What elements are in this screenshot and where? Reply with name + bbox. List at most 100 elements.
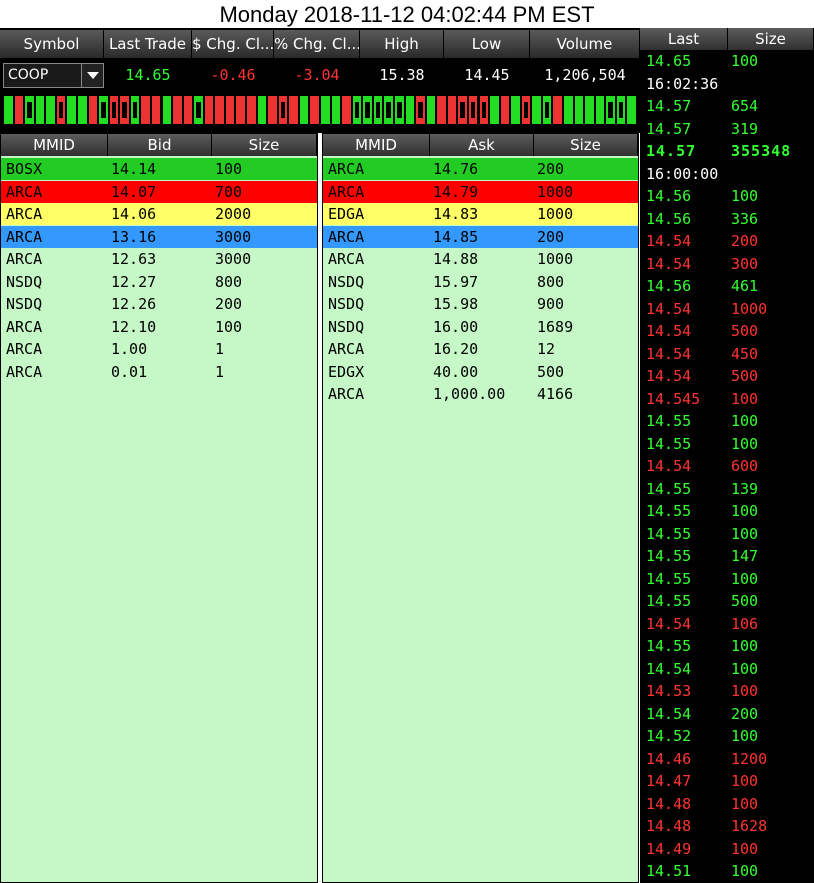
bid-row[interactable]: ARCA12.10100 [1, 316, 317, 338]
ts-price: 14.56 [646, 185, 691, 207]
ask-row[interactable]: NSDQ15.97800 [323, 271, 638, 293]
bid-mmid: ARCA [6, 226, 42, 248]
tick-mark [320, 95, 331, 125]
ts-header-size[interactable]: Size [728, 28, 814, 50]
tick-mark [140, 95, 151, 125]
bid-row[interactable]: NSDQ12.26200 [1, 293, 317, 315]
bid-row[interactable]: ARCA0.011 [1, 361, 317, 383]
bid-row[interactable]: BOSX14.14100 [1, 158, 317, 180]
tick-mark [66, 95, 77, 125]
tick-mark [521, 95, 532, 125]
ask-row[interactable]: ARCA14.881000 [323, 248, 638, 270]
ask-row[interactable]: ARCA1,000.004166 [323, 383, 638, 405]
bid-mmid: ARCA [6, 316, 42, 338]
bid-price: 1.00 [111, 338, 147, 360]
ts-size: 100 [731, 838, 758, 860]
ts-price: 14.56 [646, 208, 691, 230]
chevron-down-icon[interactable] [81, 64, 103, 87]
ask-header-mmid[interactable]: MMID [323, 134, 430, 156]
ts-trade-row: 14.55100 [640, 410, 814, 432]
ask-size: 200 [537, 158, 564, 180]
header-low[interactable]: Low [444, 30, 530, 58]
bid-row[interactable]: ARCA12.633000 [1, 248, 317, 270]
header-percent-change[interactable]: % Chg. Cl... [274, 30, 360, 58]
bid-header-price[interactable]: Bid [108, 134, 212, 156]
bid-header-mmid[interactable]: MMID [1, 134, 108, 156]
ts-price: 14.55 [646, 478, 691, 500]
ask-row[interactable]: ARCA16.2012 [323, 338, 638, 360]
percent-change-value: -3.04 [274, 62, 360, 88]
header-last-trade[interactable]: Last Trade [104, 30, 192, 58]
tick-mark [415, 95, 426, 125]
ts-price: 14.54 [646, 658, 691, 680]
ts-size: 100 [731, 770, 758, 792]
bid-row[interactable]: ARCA14.07700 [1, 181, 317, 203]
ts-size: 336 [731, 208, 758, 230]
ask-row[interactable]: NSDQ16.001689 [323, 316, 638, 338]
ask-row[interactable]: EDGA14.831000 [323, 203, 638, 225]
ts-size: 106 [731, 613, 758, 635]
bid-price: 13.16 [111, 226, 156, 248]
ts-price: 14.55 [646, 635, 691, 657]
tick-mark [77, 95, 88, 125]
ts-trade-row: 14.65100 [640, 50, 814, 72]
tick-mark [331, 95, 342, 125]
tick-mark [542, 95, 553, 125]
bid-size: 3000 [215, 226, 251, 248]
header-symbol[interactable]: Symbol [0, 30, 104, 58]
tick-mark [193, 95, 204, 125]
bid-price: 0.01 [111, 361, 147, 383]
bid-mmid: ARCA [6, 248, 42, 270]
bid-row[interactable]: NSDQ12.27800 [1, 271, 317, 293]
bid-header-size[interactable]: Size [212, 134, 317, 156]
tick-mark [225, 95, 236, 125]
tick-mark [362, 95, 373, 125]
ts-trade-row: 14.57319 [640, 118, 814, 140]
ask-header-price[interactable]: Ask [430, 134, 534, 156]
bid-row[interactable]: ARCA14.062000 [1, 203, 317, 225]
ask-row[interactable]: EDGX40.00500 [323, 361, 638, 383]
header-high[interactable]: High [360, 30, 444, 58]
bid-row[interactable]: ARCA 13.16 3000 [1, 226, 317, 248]
tick-mark [45, 95, 56, 125]
ts-trade-row: 14.55100 [640, 523, 814, 545]
ts-price: 14.54 [646, 343, 691, 365]
tick-mark [119, 95, 130, 125]
tick-mark [394, 95, 405, 125]
tick-mark [267, 95, 278, 125]
ts-size: 100 [731, 793, 758, 815]
header-dollar-change[interactable]: $ Chg. Cl... [192, 30, 274, 58]
bid-size: 200 [215, 293, 242, 315]
ts-time: 16:02:36 [646, 73, 718, 95]
ts-price: 14.54 [646, 320, 691, 342]
ts-trade-row: 14.51100 [640, 860, 814, 882]
ts-trade-row: 14.56100 [640, 185, 814, 207]
tick-mark [257, 95, 268, 125]
ts-size: 600 [731, 455, 758, 477]
bid-row[interactable]: ARCA1.001 [1, 338, 317, 360]
volume-value: 1,206,504 [530, 62, 640, 88]
ask-row[interactable]: NSDQ15.98900 [323, 293, 638, 315]
last-trade-value: 14.65 [104, 62, 192, 88]
symbol-dropdown[interactable]: COOP [3, 63, 104, 88]
bid-size: 700 [215, 181, 242, 203]
tick-mark [98, 95, 109, 125]
ask-row[interactable]: ARCA14.791000 [323, 181, 638, 203]
ts-time-row: 16:00:00 [640, 163, 814, 185]
ask-header-size[interactable]: Size [534, 134, 638, 156]
tick-mark [510, 95, 521, 125]
bid-book: MMID Bid Size BOSX14.14100ARCA14.07700AR… [0, 133, 318, 883]
ts-trade-row: 14.54100 [640, 658, 814, 680]
ts-trade-row: 14.55100 [640, 500, 814, 522]
ts-price: 14.47 [646, 770, 691, 792]
ts-trade-row: 14.57654 [640, 95, 814, 117]
ask-size: 12 [537, 338, 555, 360]
ts-trade-row: 14.49100 [640, 838, 814, 860]
ts-header-last[interactable]: Last [640, 28, 728, 50]
ask-price: 14.76 [433, 158, 478, 180]
ask-row[interactable]: ARCA14.76200 [323, 158, 638, 180]
ts-trade-row: 14.54450 [640, 343, 814, 365]
ts-price: 14.55 [646, 523, 691, 545]
header-volume[interactable]: Volume [530, 30, 640, 58]
ask-row[interactable]: ARCA14.85200 [323, 226, 638, 248]
